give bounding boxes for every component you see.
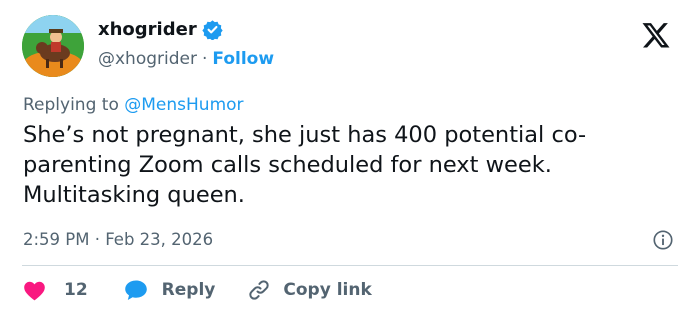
reply-button[interactable]: Reply: [124, 279, 216, 301]
reply-label: Reply: [161, 280, 216, 300]
replying-mention-link[interactable]: @MensHumor: [124, 95, 243, 115]
author-display-name[interactable]: xhogrider: [98, 19, 197, 40]
replying-prefix: Replying to: [23, 95, 119, 115]
author-handle-row: @xhogrider · Follow: [98, 49, 274, 69]
like-count: 12: [64, 280, 88, 300]
copy-link-label: Copy link: [283, 280, 372, 300]
tweet-text: She’s not pregnant, she just has 400 pot…: [23, 122, 587, 208]
tweet-timestamp[interactable]: 2:59 PM · Feb 23, 2026: [23, 230, 213, 249]
speech-bubble-icon: [124, 279, 148, 301]
like-button[interactable]: 12: [23, 280, 88, 301]
replying-to: Replying to @MensHumor: [23, 95, 244, 115]
verified-badge-icon: [202, 19, 223, 41]
link-icon: [247, 278, 271, 302]
separator-dot: ·: [201, 49, 208, 69]
info-icon[interactable]: [652, 229, 674, 251]
x-logo-icon[interactable]: [641, 20, 671, 50]
copy-link-button[interactable]: Copy link: [247, 278, 372, 302]
avatar-image: [22, 15, 84, 77]
action-bar: 12 Reply Copy link: [23, 278, 372, 302]
follow-button[interactable]: Follow: [212, 49, 274, 69]
author-name-row: xhogrider: [98, 19, 223, 41]
author-handle[interactable]: @xhogrider: [98, 49, 197, 69]
heart-icon: [23, 280, 46, 301]
divider: [22, 265, 678, 266]
avatar[interactable]: [22, 15, 84, 77]
